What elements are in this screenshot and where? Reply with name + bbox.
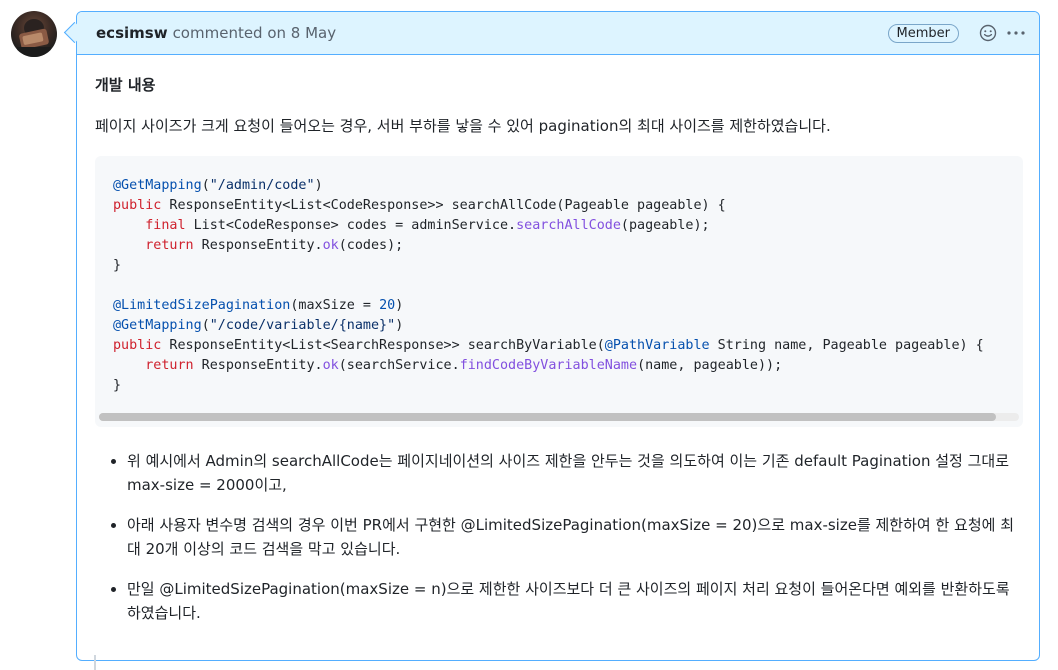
code-token: public	[113, 338, 162, 353]
code-line: public ResponseEntity<List<SearchRespons…	[113, 336, 1005, 356]
code-token: ok	[322, 238, 339, 253]
kebab-menu-icon[interactable]	[1005, 22, 1027, 44]
code-token: ResponseEntity.	[193, 358, 323, 373]
code-token: )	[314, 178, 323, 193]
code-token: }	[113, 378, 122, 393]
bullet-list: 위 예시에서 Admin의 searchAllCode는 페이지네이션의 사이즈…	[95, 449, 1017, 625]
code-line: final List<CodeResponse> codes = adminSe…	[113, 216, 1005, 236]
code-token: (pageable);	[620, 218, 710, 233]
list-item: 아래 사용자 변수명 검색의 경우 이번 PR에서 구현한 @LimitedSi…	[127, 513, 1017, 561]
code-token: return	[145, 358, 194, 373]
code-token: searchAllCode	[516, 218, 621, 233]
code-block: @GetMapping("/admin/code") public Respons…	[95, 156, 1023, 427]
code-token: ResponseEntity<List<SearchResponse>> sea…	[161, 338, 605, 353]
list-item: 만일 @LimitedSizePagination(maxSize = n)으로…	[127, 577, 1017, 625]
code-token: "/admin/code"	[209, 178, 315, 193]
code-token: 20	[379, 298, 396, 313]
horizontal-scrollbar[interactable]	[99, 413, 1019, 421]
member-badge: Member	[887, 23, 959, 43]
code-token: "/code/variable/{name}"	[209, 318, 396, 333]
code-token: @GetMapping	[113, 318, 202, 333]
code-token: ok	[322, 358, 339, 373]
intro-paragraph: 페이지 사이즈가 크게 요청이 들어오는 경우, 서버 부하를 낳을 수 있어 …	[95, 117, 831, 135]
code-token: return	[145, 238, 194, 253]
code-token: ResponseEntity.	[193, 238, 323, 253]
code-line: public ResponseEntity<List<CodeResponse>…	[113, 196, 1005, 216]
code-line: return ResponseEntity.ok(codes);	[113, 236, 1005, 256]
avatar[interactable]	[11, 11, 57, 57]
smiley-icon[interactable]	[977, 22, 999, 44]
code-line: @GetMapping("/code/variable/{name}")	[113, 316, 1005, 336]
code-content: @GetMapping("/admin/code") public Respons…	[95, 156, 1023, 406]
code-line: @GetMapping("/admin/code")	[113, 176, 1005, 196]
comment-header: ecsimsw commented on 8 May Member	[77, 12, 1039, 55]
code-token: String name, Pageable pageable) {	[709, 338, 984, 353]
comment-body: 개발 내용 페이지 사이즈가 크게 요청이 들어오는 경우, 서버 부하를 낳을…	[77, 55, 1039, 625]
code-line: return ResponseEntity.ok(searchService.f…	[113, 356, 1005, 376]
code-token: final	[145, 218, 186, 233]
code-token: }	[113, 258, 122, 273]
code-line: }	[113, 376, 1005, 396]
code-token: ResponseEntity<List<CodeResponse>> searc…	[161, 198, 726, 213]
section-heading: 개발 내용	[95, 76, 156, 94]
list-item: 위 예시에서 Admin의 searchAllCode는 페이지네이션의 사이즈…	[127, 449, 1017, 497]
code-token: (	[201, 318, 210, 333]
code-line: }	[113, 256, 1005, 276]
code-token: )	[395, 298, 404, 313]
code-line: @LimitedSizePagination(maxSize = 20)	[113, 296, 1005, 316]
scrollbar-thumb[interactable]	[99, 413, 996, 421]
timeline-line	[94, 655, 96, 670]
code-token: )	[395, 318, 404, 333]
code-token: @PathVariable	[604, 338, 710, 353]
comment-timestamp[interactable]: commented on 8 May	[173, 24, 337, 42]
code-token: (searchService.	[338, 358, 460, 373]
code-token: List<CodeResponse> codes = adminService.	[185, 218, 517, 233]
comment-box: ecsimsw commented on 8 May Member 개발 내용 …	[76, 11, 1040, 661]
code-token: (	[201, 178, 210, 193]
code-token: (maxSize =	[290, 298, 380, 313]
author-name[interactable]: ecsimsw	[96, 24, 168, 42]
code-token: findCodeByVariableName	[459, 358, 638, 373]
code-token: @GetMapping	[113, 178, 202, 193]
code-token: @LimitedSizePagination	[113, 298, 291, 313]
code-token: public	[113, 198, 162, 213]
code-token: (name, pageable));	[637, 358, 783, 373]
code-token: (codes);	[338, 238, 404, 253]
